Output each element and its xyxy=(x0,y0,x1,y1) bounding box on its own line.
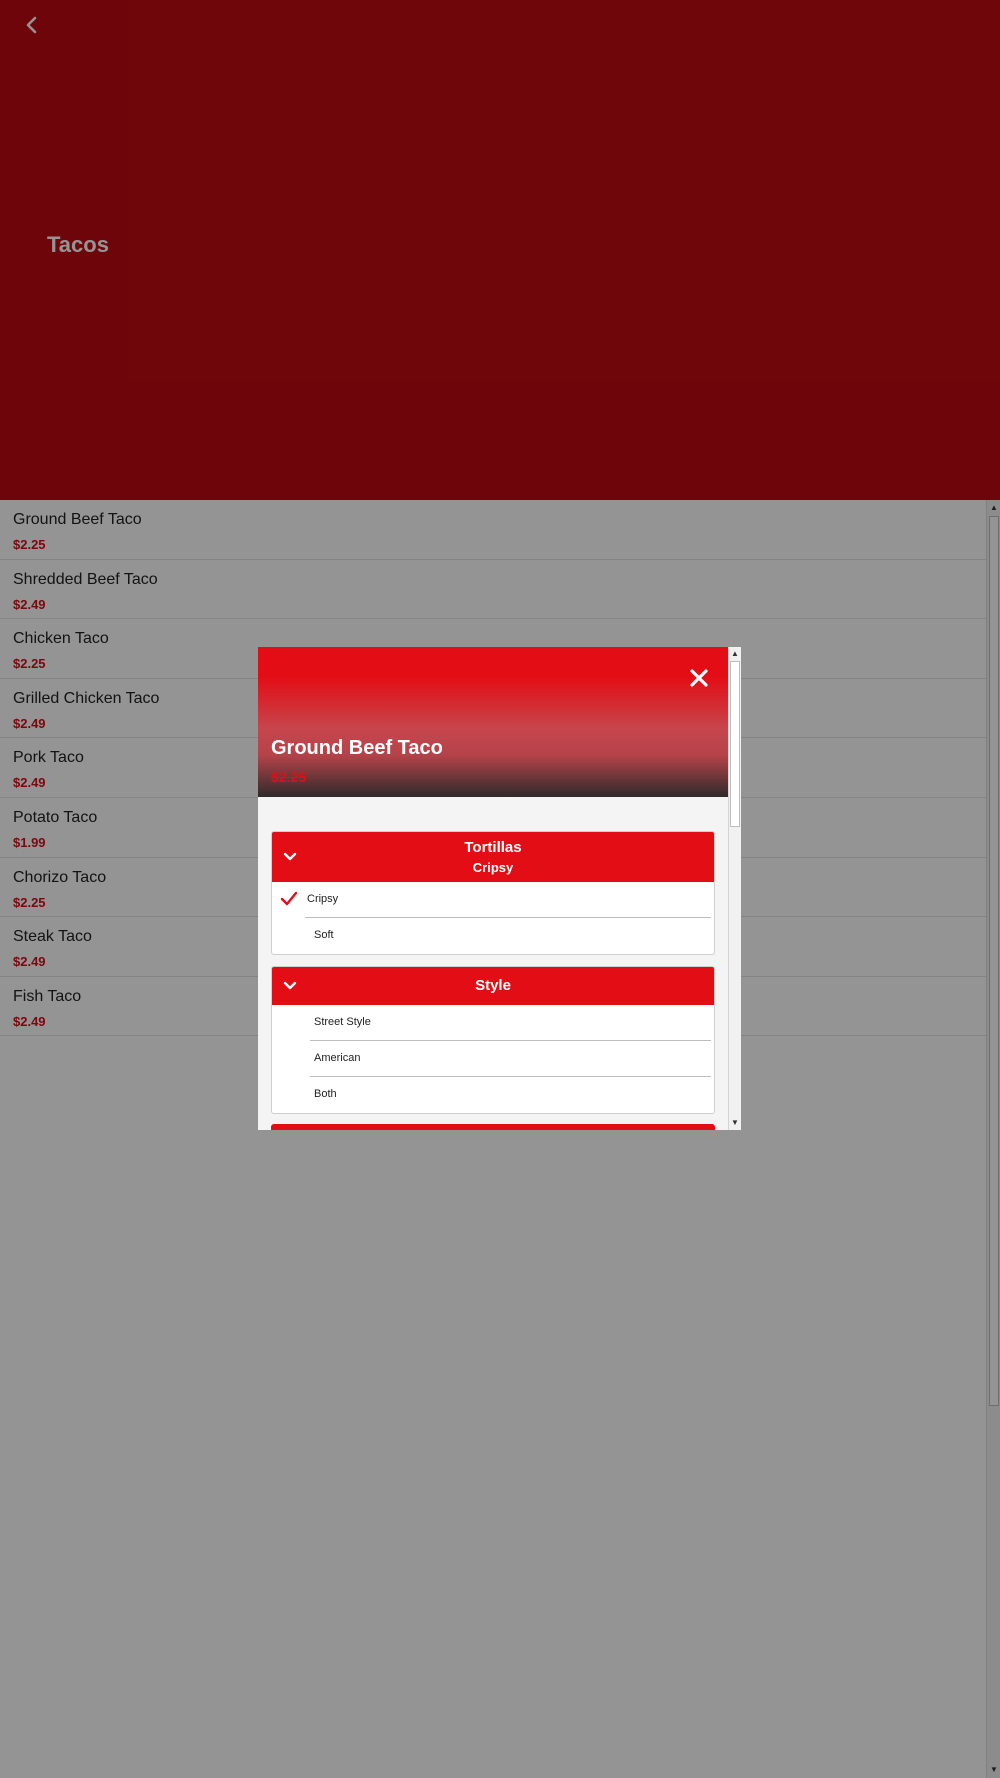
modal-item-title: Ground Beef Taco xyxy=(271,737,443,759)
option-group-selected: Cripsy xyxy=(472,860,514,875)
option-label: American xyxy=(314,1052,361,1064)
modal-scrollbar[interactable]: ▲ ▼ xyxy=(728,647,741,1130)
scroll-up-icon[interactable]: ▲ xyxy=(729,648,741,660)
option-label: Cripsy xyxy=(307,893,339,905)
modal-header: Ground Beef Taco $2.25 xyxy=(258,647,728,797)
modal-scrollbar-thumb[interactable] xyxy=(730,661,740,827)
option-label: Street Style xyxy=(314,1016,371,1028)
chevron-down-icon xyxy=(283,852,297,861)
option-group-header[interactable]: Tortillas Cripsy xyxy=(272,832,714,882)
option-group-style: Style Street Style American Both xyxy=(271,966,715,1114)
option-row[interactable]: Street Style xyxy=(272,1005,714,1041)
option-group-tortillas: Tortillas Cripsy Cripsy Soft xyxy=(271,831,715,955)
close-icon xyxy=(690,669,708,687)
chevron-down-icon xyxy=(283,981,297,990)
close-button[interactable] xyxy=(686,665,712,691)
check-icon xyxy=(280,891,298,906)
option-row[interactable]: Soft xyxy=(272,918,714,954)
option-group-name: Style xyxy=(475,977,511,994)
option-label: Both xyxy=(314,1088,337,1100)
option-group-next[interactable] xyxy=(271,1124,715,1130)
option-group-header[interactable]: Style xyxy=(272,967,714,1005)
option-label: Soft xyxy=(314,929,334,941)
modal-item-price: $2.25 xyxy=(271,769,307,785)
scroll-down-icon[interactable]: ▼ xyxy=(729,1117,741,1129)
option-row[interactable]: Both xyxy=(272,1077,714,1113)
option-row[interactable]: Cripsy xyxy=(272,882,714,918)
option-row[interactable]: American xyxy=(272,1041,714,1077)
item-options-modal: Ground Beef Taco $2.25 Tortillas Cripsy … xyxy=(258,647,741,1130)
option-group-name: Tortillas xyxy=(464,839,522,856)
